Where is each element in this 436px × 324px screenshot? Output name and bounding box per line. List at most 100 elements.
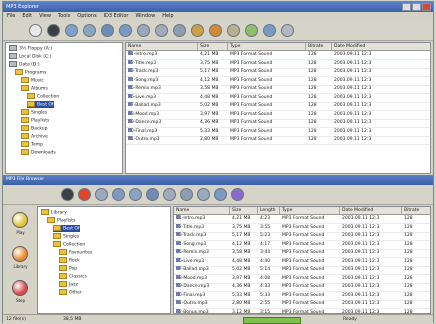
tree-item[interactable]: Archive [21, 133, 48, 140]
sidebar-button[interactable] [12, 246, 28, 262]
folder-tree[interactable]: 3½ Floppy (A:) Local Disk (C:) Data (D:) Pr… [5, 42, 123, 174]
toolbar-button[interactable] [29, 24, 42, 37]
tree-item-label: Singles [31, 110, 48, 116]
toolbar-button[interactable] [214, 188, 227, 201]
tree-item[interactable]: Data (D:) [9, 61, 40, 68]
toolbar-button[interactable] [191, 24, 204, 37]
window-controls [402, 3, 431, 11]
tree-item[interactable]: Local Disk (C:) [9, 53, 51, 60]
column-header[interactable]: Type [280, 207, 340, 214]
toolbar-button[interactable] [101, 24, 114, 37]
column-header[interactable]: Name [174, 207, 230, 214]
library-tree[interactable]: Library Playlists Best Of Singles Collection… [37, 206, 171, 314]
toolbar-button[interactable] [137, 24, 150, 37]
tree-item[interactable]: Other [59, 289, 82, 296]
column-header[interactable]: Size [230, 207, 258, 214]
menu-item[interactable]: Options [77, 12, 96, 21]
close-button[interactable] [422, 3, 431, 11]
toolbar-button[interactable] [112, 188, 125, 201]
menu-item[interactable]: ID3 Editor [104, 12, 129, 21]
toolbar-button[interactable] [245, 24, 258, 37]
tree-item[interactable]: Programs [15, 69, 46, 76]
table-cell: MP3 Format Sound [282, 275, 325, 281]
toolbar-button[interactable] [155, 24, 168, 37]
menu-item[interactable]: Help [162, 12, 173, 21]
tree-item[interactable]: Singles [53, 233, 79, 240]
toolbar-button[interactable] [119, 24, 132, 37]
tree-item[interactable]: Classics [59, 273, 87, 280]
tree-item[interactable]: 3½ Floppy (A:) [9, 45, 52, 52]
tree-item[interactable]: Backup [21, 125, 48, 132]
table-cell: MP3 Format Sound [282, 216, 325, 221]
folder-icon [21, 133, 29, 139]
tree-item[interactable]: Collection [27, 93, 59, 100]
minimize-button[interactable] [402, 3, 411, 11]
tree-item[interactable]: Albums [21, 85, 48, 92]
table-row[interactable]: 11-Outro.mp3 2,80 MB MP3 Format Sound 128 20… [126, 136, 430, 145]
table-cell: 2003.09.11 12:3 [342, 292, 380, 298]
status-text: Ready [343, 317, 357, 322]
table-cell: 10-Final.mp3 [128, 127, 158, 134]
tree-item-label: Pop [69, 266, 78, 272]
table-cell: 4,48 MB [200, 94, 219, 100]
column-header[interactable]: Bitrate [402, 207, 430, 214]
toolbar-button[interactable] [47, 24, 60, 37]
column-header[interactable]: Date Modified [340, 207, 402, 214]
toolbar-button[interactable] [95, 188, 108, 201]
tree-item[interactable]: Best Of [27, 101, 54, 108]
toolbar-button[interactable] [83, 24, 96, 37]
tree-item[interactable]: Collection [53, 241, 85, 248]
tree-item[interactable]: Music [21, 77, 44, 84]
menu-item[interactable]: File [7, 12, 15, 21]
tree-item[interactable]: Temp [21, 141, 43, 148]
toolbar-button[interactable] [263, 24, 276, 37]
tree-item[interactable]: Favourites [59, 249, 92, 256]
column-header[interactable]: Size [198, 43, 228, 50]
toolbar-button[interactable] [209, 24, 222, 37]
tree-item[interactable]: Singles [21, 109, 47, 116]
toolbar-button[interactable] [281, 24, 294, 37]
file-list[interactable]: Name Size Type Bitrate Date Modified 01-Intro… [125, 42, 431, 174]
toolbar-button[interactable] [78, 188, 91, 201]
sidebar-button[interactable] [12, 212, 28, 228]
folder-icon [59, 289, 67, 295]
tree-item[interactable]: Playlists [21, 117, 49, 124]
toolbar-button[interactable] [231, 188, 244, 201]
tree-item[interactable]: Pop [59, 265, 77, 272]
sidebar-button[interactable] [12, 280, 28, 296]
tree-item[interactable]: Library [41, 209, 67, 216]
audio-file-icon [176, 291, 180, 296]
menu-item[interactable]: Edit [22, 12, 32, 21]
toolbar-button[interactable] [180, 188, 193, 201]
track-list[interactable]: Name Size Length Type Date Modified Bitrate 01… [173, 206, 431, 314]
tree-item[interactable]: Downloads [21, 149, 56, 156]
toolbar-button[interactable] [227, 24, 240, 37]
toolbar-button[interactable] [146, 188, 159, 201]
toolbar-button[interactable] [65, 24, 78, 37]
column-header[interactable]: Date Modified [332, 43, 430, 50]
table-cell: MP3 Format Sound [282, 233, 325, 238]
menu-item[interactable]: Window [135, 12, 155, 21]
toolbar-button[interactable] [173, 24, 186, 37]
tree-item[interactable]: Rock [59, 257, 80, 264]
column-header[interactable]: Name [126, 43, 198, 50]
table-cell: 4:33 [260, 284, 271, 289]
table-cell: 128 [308, 94, 317, 100]
tree-item[interactable]: Playlists [47, 217, 75, 224]
maximize-button[interactable] [412, 3, 421, 11]
table-cell: MP3 Format Sound [230, 111, 273, 117]
menu-item[interactable]: View [39, 12, 51, 21]
toolbar-button[interactable] [61, 188, 74, 201]
menu-item[interactable]: Tools [58, 12, 70, 21]
folder-icon [59, 281, 67, 287]
audio-file-icon [176, 266, 180, 270]
toolbar-button[interactable] [129, 188, 142, 201]
column-header[interactable]: Length [258, 207, 280, 214]
column-header[interactable]: Bitrate [306, 43, 332, 50]
column-header-row: Name Size Type Bitrate Date Modified [126, 43, 430, 51]
toolbar-button[interactable] [163, 188, 176, 201]
toolbar-button[interactable] [197, 188, 210, 201]
tree-item[interactable]: Best Of [53, 225, 80, 232]
tree-item[interactable]: Jazz [59, 281, 78, 288]
column-header[interactable]: Type [228, 43, 306, 50]
